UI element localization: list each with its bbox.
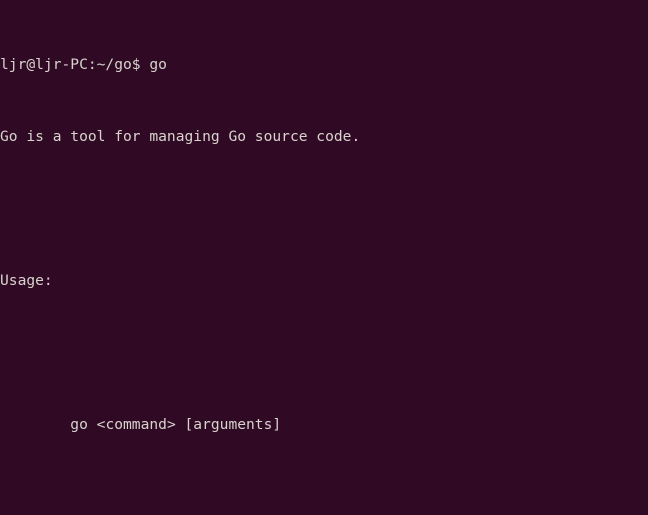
usage-syntax: go <command> [arguments] xyxy=(70,416,282,433)
prompt-line: ljr@ljr-PC:~/go$ go xyxy=(0,56,167,73)
usage-heading: Usage: xyxy=(0,272,53,289)
terminal-screen[interactable]: ljr@ljr-PC:~/go$ go Go is a tool for man… xyxy=(0,2,648,515)
terminal-window[interactable]: ljr@ljr-PC:~/go$ go Go is a tool for man… xyxy=(0,0,648,515)
usage-indent xyxy=(0,416,70,433)
intro-line: Go is a tool for managing Go source code… xyxy=(0,128,361,145)
usage-syntax-line: go <command> [arguments] xyxy=(0,416,648,434)
